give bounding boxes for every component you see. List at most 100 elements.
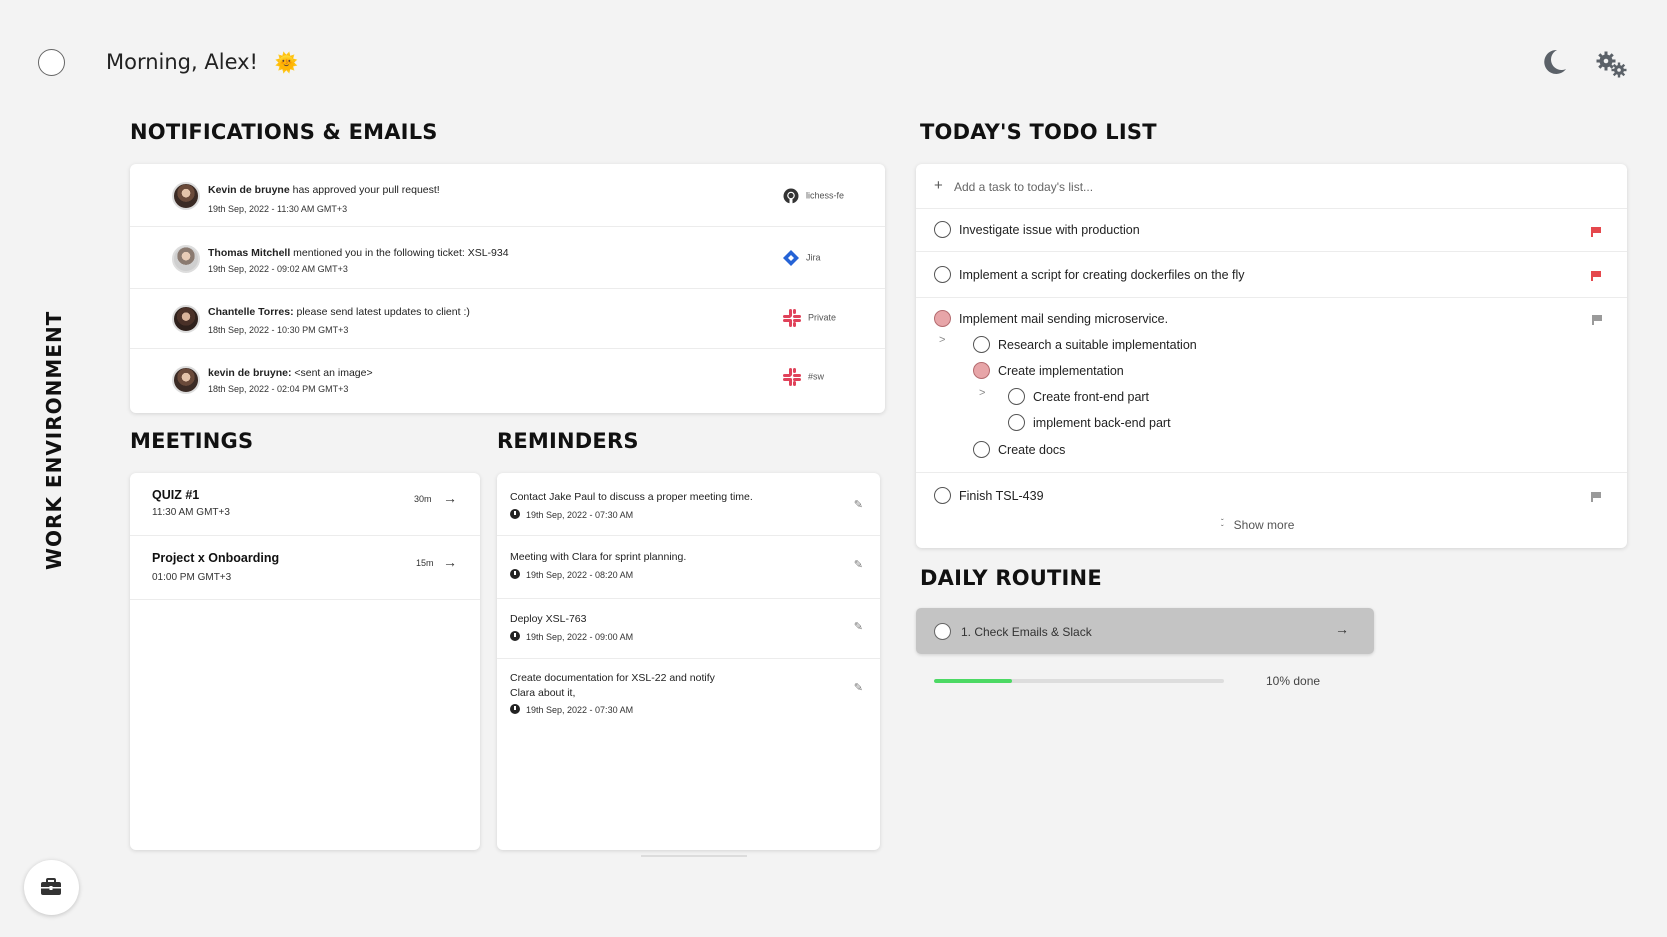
todo-item[interactable]: Implement a script for creating dockerfi… (916, 252, 1627, 298)
edit-pencil-icon[interactable]: ✎ (854, 620, 863, 633)
avatar-circle[interactable] (38, 49, 65, 76)
todo-checkbox[interactable] (934, 487, 951, 504)
notification-sender: Kevin de bruyne (208, 184, 290, 196)
notification-time: 18th Sep, 2022 - 02:04 PM GMT+3 (208, 384, 349, 394)
todo-checkbox[interactable] (1008, 388, 1025, 405)
meeting-time: 11:30 AM GMT+3 (152, 507, 230, 518)
source-label: #sw (808, 371, 825, 382)
add-task-input[interactable]: Add a task to today's list... (954, 180, 1093, 194)
notification-time: 19th Sep, 2022 - 11:30 AM GMT+3 (208, 204, 348, 214)
arrow-right-icon[interactable]: → (443, 490, 457, 506)
meeting-time: 01:00 PM GMT+3 (152, 572, 232, 583)
reminder-time-text: 19th Sep, 2022 - 09:00 AM (526, 632, 634, 642)
edit-pencil-icon[interactable]: ✎ (854, 498, 863, 511)
clock-icon (510, 569, 520, 579)
todo-checkbox[interactable] (1008, 414, 1025, 431)
notification-text: Chantelle Torres: please send latest upd… (208, 306, 470, 318)
todo-checkbox[interactable] (973, 336, 990, 353)
greeting: Morning, Alex! 🌞 (106, 50, 298, 74)
gears-icon[interactable] (1596, 51, 1628, 79)
notification-source[interactable]: Private (783, 309, 836, 327)
subtask-item[interactable]: Create docs (973, 441, 1065, 458)
avatar (172, 305, 200, 333)
todo-item[interactable]: Finish TSL-439 (916, 473, 1627, 518)
subtask-item[interactable]: Create front-end part (1008, 388, 1149, 405)
flag-icon[interactable] (1591, 492, 1601, 502)
notification-item[interactable]: Kevin de bruyne has approved your pull r… (130, 164, 885, 227)
todo-item-content: Implement a script for creating dockerfi… (934, 266, 1245, 283)
todo-item-content: Finish TSL-439 (934, 487, 1044, 504)
reminder-item[interactable]: Contact Jake Paul to discuss a proper me… (497, 473, 880, 536)
todo-label: Implement a script for creating dockerfi… (959, 267, 1245, 282)
routine-progress-fill (934, 679, 1013, 683)
notification-item[interactable]: kevin de bruyne: <sent an image> 18th Se… (130, 349, 885, 413)
notification-source[interactable]: lichess-fe (783, 188, 844, 204)
notification-source[interactable]: Jira (783, 250, 821, 266)
scroll-indicator[interactable] (641, 855, 747, 857)
todo-checkbox[interactable] (973, 441, 990, 458)
routine-checkbox[interactable] (934, 623, 951, 640)
todo-checkbox[interactable] (934, 266, 951, 283)
meeting-duration: 15m (416, 558, 434, 568)
notification-item[interactable]: Chantelle Torres: please send latest upd… (130, 289, 885, 349)
clock-icon (510, 631, 520, 641)
jira-icon (783, 250, 799, 266)
reminder-item[interactable]: Deploy XSL-763 19th Sep, 2022 - 09:00 AM… (497, 599, 880, 659)
flag-icon[interactable] (1592, 315, 1602, 325)
expand-chevron-icon[interactable]: > (979, 387, 985, 399)
todo-checkbox[interactable] (934, 310, 951, 327)
meetings-card: QUIZ #1 11:30 AM GMT+3 30m → Project x O… (130, 473, 480, 850)
toolbox-button[interactable] (24, 860, 79, 915)
notification-source[interactable]: #sw (783, 368, 824, 386)
show-more-button[interactable]: ˇ ˇ Show more (1221, 518, 1294, 532)
notification-message: has approved your pull request! (289, 184, 440, 196)
todo-item-with-subtasks[interactable]: Implement mail sending microservice. > R… (916, 298, 1627, 473)
meetings-title: MEETINGS (130, 429, 254, 453)
daily-routine-title: DAILY ROUTINE (920, 566, 1102, 590)
subtask-label: Create docs (998, 442, 1066, 457)
edit-pencil-icon[interactable]: ✎ (854, 681, 863, 694)
notification-item[interactable]: Thomas Mitchell mentioned you in the fol… (130, 227, 885, 289)
expand-chevron-icon[interactable]: > (939, 334, 945, 346)
todo-label: Investigate issue with production (959, 222, 1140, 237)
meeting-item[interactable]: Project x Onboarding 01:00 PM GMT+3 15m … (130, 536, 480, 600)
avatar (172, 245, 200, 273)
slack-icon (783, 368, 801, 386)
subtask-label: Research a suitable implementation (998, 337, 1197, 352)
slack-icon (783, 309, 801, 327)
reminder-item[interactable]: Meeting with Clara for sprint planning. … (497, 536, 880, 599)
flag-icon[interactable] (1591, 271, 1601, 281)
todo-checkbox[interactable] (973, 362, 990, 379)
todo-label: Finish TSL-439 (959, 488, 1044, 503)
todo-checkbox[interactable] (934, 221, 951, 238)
reminder-item[interactable]: Create documentation for XSL-22 and noti… (497, 659, 880, 734)
github-icon (783, 188, 799, 204)
flag-icon[interactable] (1591, 227, 1601, 237)
environment-label: WORK ENVIRONMENT (42, 310, 66, 570)
arrow-right-icon[interactable]: → (1335, 621, 1349, 637)
add-task-row[interactable]: + Add a task to today's list... (916, 164, 1627, 209)
subtask-item[interactable]: Research a suitable implementation (973, 336, 1197, 353)
routine-progress-track (934, 679, 1224, 683)
reminder-text-line2: Clara about it, (510, 687, 576, 699)
moon-icon[interactable] (1539, 47, 1569, 77)
meeting-item[interactable]: QUIZ #1 11:30 AM GMT+3 30m → (130, 473, 480, 536)
subtask-item[interactable]: implement back-end part (1008, 414, 1171, 431)
notification-sender: Thomas Mitchell (208, 247, 291, 259)
reminder-text: Create documentation for XSL-22 and noti… (510, 672, 715, 684)
subtask-label: implement back-end part (1033, 415, 1171, 430)
reminder-time-text: 19th Sep, 2022 - 07:30 AM (526, 510, 634, 520)
arrow-right-icon[interactable]: → (443, 554, 457, 570)
reminder-time: 19th Sep, 2022 - 08:20 AM (510, 569, 633, 580)
todo-card: + Add a task to today's list... Investig… (916, 164, 1627, 548)
routine-item-label: 1. Check Emails & Slack (961, 625, 1092, 639)
todo-item[interactable]: Investigate issue with production (916, 209, 1627, 252)
reminder-text: Contact Jake Paul to discuss a proper me… (510, 491, 753, 503)
clock-icon (510, 704, 520, 714)
notification-message: <sent an image> (291, 367, 373, 379)
notifications-title: NOTIFICATIONS & EMAILS (130, 120, 438, 144)
edit-pencil-icon[interactable]: ✎ (854, 558, 863, 571)
subtask-item[interactable]: Create implementation (973, 362, 1124, 379)
notification-message: mentioned you in the following ticket: X… (290, 247, 509, 259)
routine-current-item[interactable]: 1. Check Emails & Slack → (916, 608, 1374, 654)
